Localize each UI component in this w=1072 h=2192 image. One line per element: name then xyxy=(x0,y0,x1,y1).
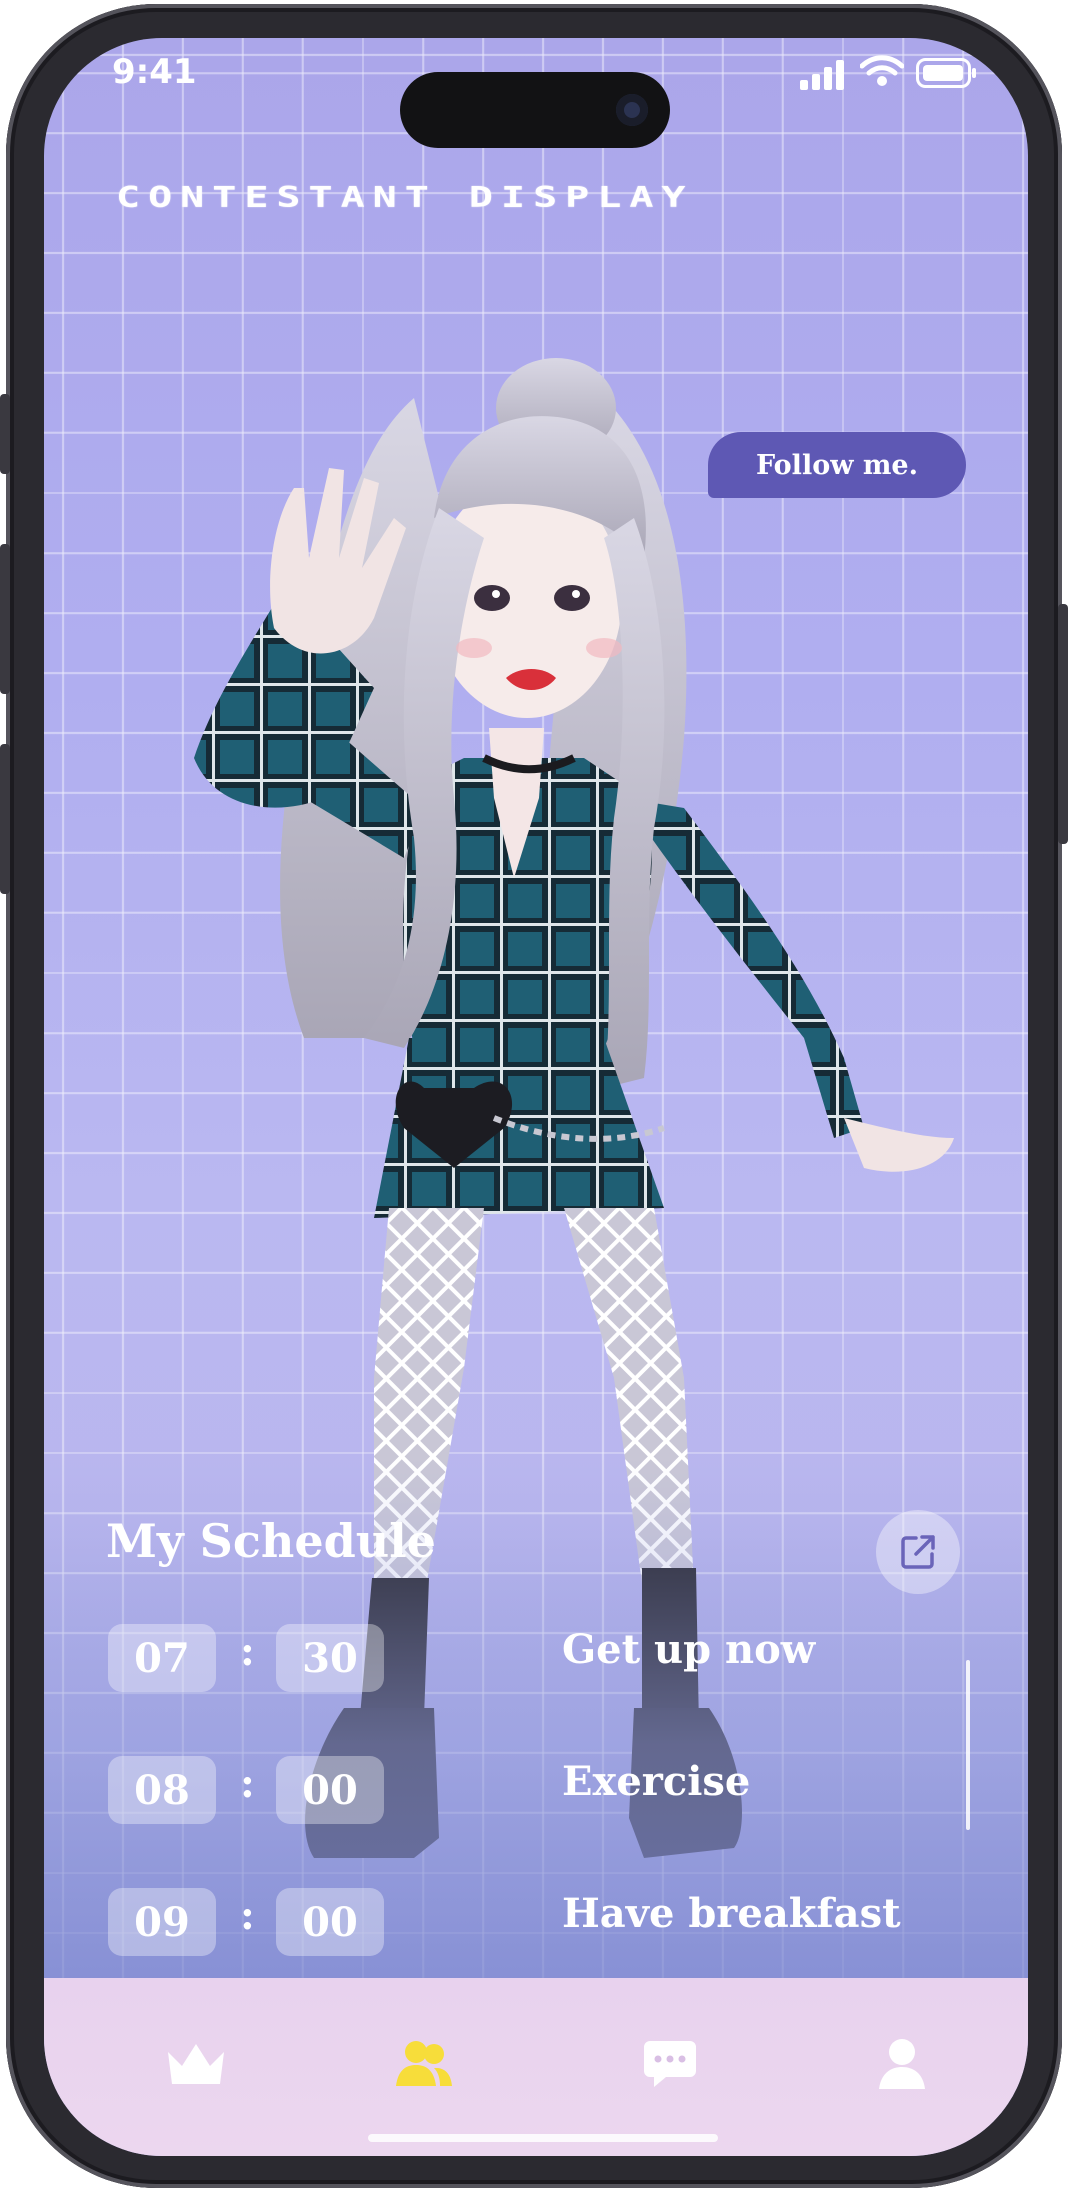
tab-contestants[interactable] xyxy=(392,2034,456,2094)
minute-box[interactable]: 00 xyxy=(276,1756,384,1824)
chat-icon xyxy=(644,2041,696,2087)
hour-box[interactable]: 09 xyxy=(108,1888,216,1956)
time-separator: : xyxy=(240,1628,255,1675)
home-indicator[interactable] xyxy=(368,2134,718,2142)
tab-messages[interactable] xyxy=(638,2034,702,2094)
signal-icon xyxy=(800,60,844,90)
status-time: 9:41 xyxy=(112,52,197,92)
tab-ranking[interactable] xyxy=(164,2034,228,2094)
minute-box[interactable]: 00 xyxy=(276,1888,384,1956)
silent-switch xyxy=(0,394,10,474)
profile-icon xyxy=(879,2039,925,2089)
task-label: Get up now xyxy=(562,1626,816,1673)
tab-profile[interactable] xyxy=(870,2034,934,2094)
wifi-icon xyxy=(860,55,904,86)
volume-down-button xyxy=(0,744,10,894)
schedule-scrollbar[interactable] xyxy=(966,1660,970,1830)
dynamic-island xyxy=(400,72,670,148)
users-icon xyxy=(396,2041,452,2086)
follow-me-bubble[interactable]: Follow me. xyxy=(708,432,966,498)
external-link-icon xyxy=(901,1535,935,1569)
schedule-title: My Schedule xyxy=(106,1514,436,1568)
task-label: Exercise xyxy=(562,1758,751,1805)
status-bar: 9:41 xyxy=(44,38,1028,148)
battery-icon xyxy=(916,58,976,88)
schedule-row[interactable]: 08 : 00 Exercise xyxy=(108,1756,968,1824)
crown-icon xyxy=(168,2044,224,2084)
tab-bar xyxy=(44,1978,1028,2156)
time-separator: : xyxy=(240,1892,255,1939)
page-title: CONTESTANT DISPLAY xyxy=(116,182,694,215)
app-screen: 9:41 CONTESTANT DISPLAY Follow me. My Sc… xyxy=(44,38,1028,2156)
schedule-row[interactable]: 09 : 00 Have breakfast xyxy=(108,1888,968,1956)
power-button xyxy=(1058,604,1068,844)
schedule-row[interactable]: 07 : 30 Get up now xyxy=(108,1624,968,1692)
task-label: Have breakfast xyxy=(562,1890,901,1937)
camera-icon xyxy=(616,94,648,126)
minute-box[interactable]: 30 xyxy=(276,1624,384,1692)
volume-up-button xyxy=(0,544,10,694)
time-separator: : xyxy=(240,1760,255,1807)
hour-box[interactable]: 07 xyxy=(108,1624,216,1692)
share-button[interactable] xyxy=(876,1510,960,1594)
hour-box[interactable]: 08 xyxy=(108,1756,216,1824)
